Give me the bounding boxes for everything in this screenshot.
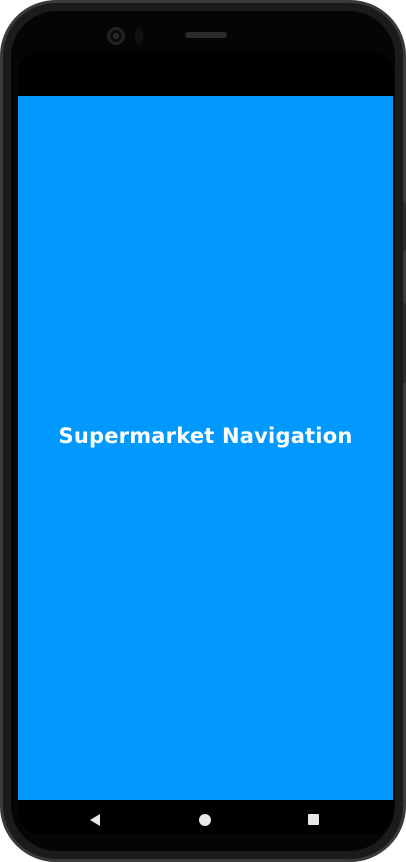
front-camera-icon xyxy=(107,27,125,45)
splash-screen: Supermarket Navigation xyxy=(18,96,393,800)
earpiece-speaker xyxy=(185,32,227,38)
recents-square-icon[interactable] xyxy=(308,814,319,825)
phone-frame: Supermarket Navigation xyxy=(0,0,406,862)
proximity-sensor xyxy=(135,28,143,44)
home-circle-icon[interactable] xyxy=(199,814,211,826)
back-triangle-icon[interactable] xyxy=(90,814,100,826)
status-bar xyxy=(18,52,393,96)
camera-lens xyxy=(113,33,119,39)
navigation-bar xyxy=(18,800,393,834)
device-screen: Supermarket Navigation xyxy=(18,52,393,834)
app-title: Supermarket Navigation xyxy=(58,424,353,448)
